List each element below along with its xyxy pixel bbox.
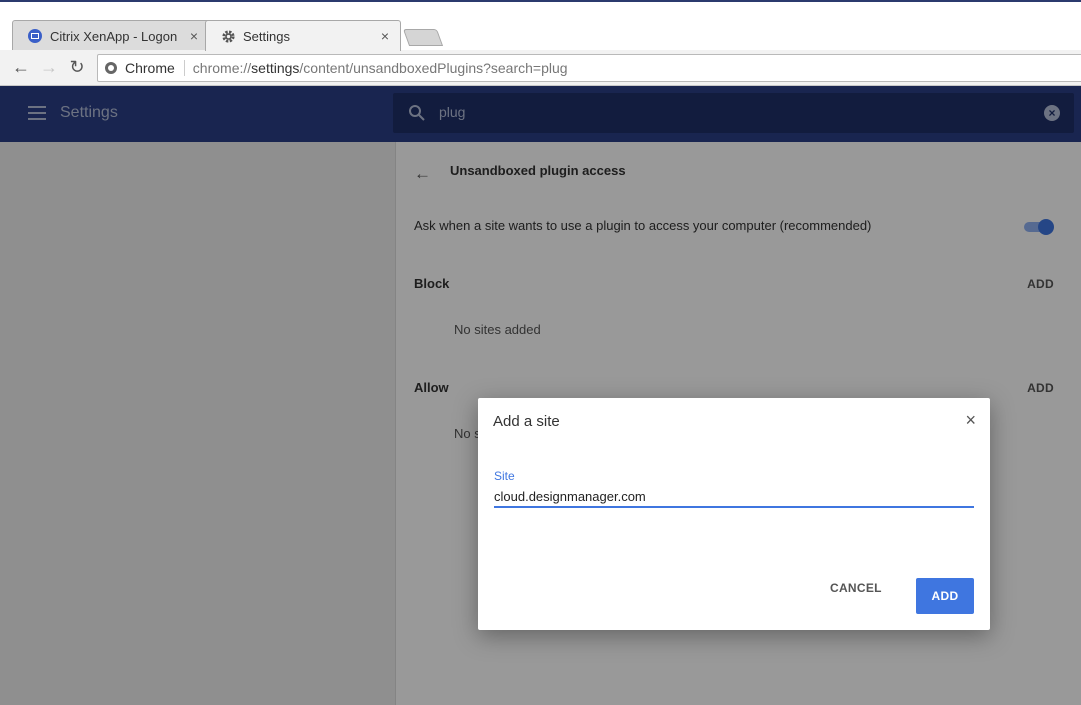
new-tab-button[interactable] xyxy=(402,29,444,46)
origin-chip[interactable]: Chrome xyxy=(98,60,185,76)
close-icon[interactable]: × xyxy=(965,410,976,431)
dialog-title: Add a site xyxy=(493,413,560,430)
tab-close-icon[interactable]: × xyxy=(374,28,396,44)
tab-settings[interactable]: Settings × xyxy=(205,20,401,51)
add-site-dialog: Add a site × Site CANCEL ADD xyxy=(478,398,990,630)
tab-citrix[interactable]: Citrix XenApp - Logon × xyxy=(12,20,210,51)
tab-strip: Citrix XenApp - Logon × Settings × xyxy=(0,0,1081,51)
url-text: chrome://settings/content/unsandboxedPlu… xyxy=(192,60,568,76)
citrix-icon xyxy=(27,28,43,44)
browser-window: Citrix XenApp - Logon × Settings × ← → ↻… xyxy=(0,0,1081,705)
site-input[interactable] xyxy=(494,486,974,508)
chrome-icon xyxy=(105,62,117,74)
address-bar[interactable]: Chrome chrome://settings/content/unsandb… xyxy=(97,54,1081,82)
cancel-button[interactable]: CANCEL xyxy=(830,581,882,595)
reload-button[interactable]: ↻ xyxy=(63,54,91,82)
site-field-label: Site xyxy=(494,469,515,483)
tab-label: Citrix XenApp - Logon xyxy=(50,28,178,44)
add-button[interactable]: ADD xyxy=(916,578,974,614)
tab-close-icon[interactable]: × xyxy=(183,28,205,44)
back-button[interactable]: ← xyxy=(7,54,35,82)
origin-chip-label: Chrome xyxy=(125,60,175,76)
gear-icon xyxy=(220,28,236,44)
browser-toolbar: ← → ↻ Chrome chrome://settings/content/u… xyxy=(0,50,1081,86)
tab-label: Settings xyxy=(243,28,290,44)
forward-button[interactable]: → xyxy=(35,54,63,82)
